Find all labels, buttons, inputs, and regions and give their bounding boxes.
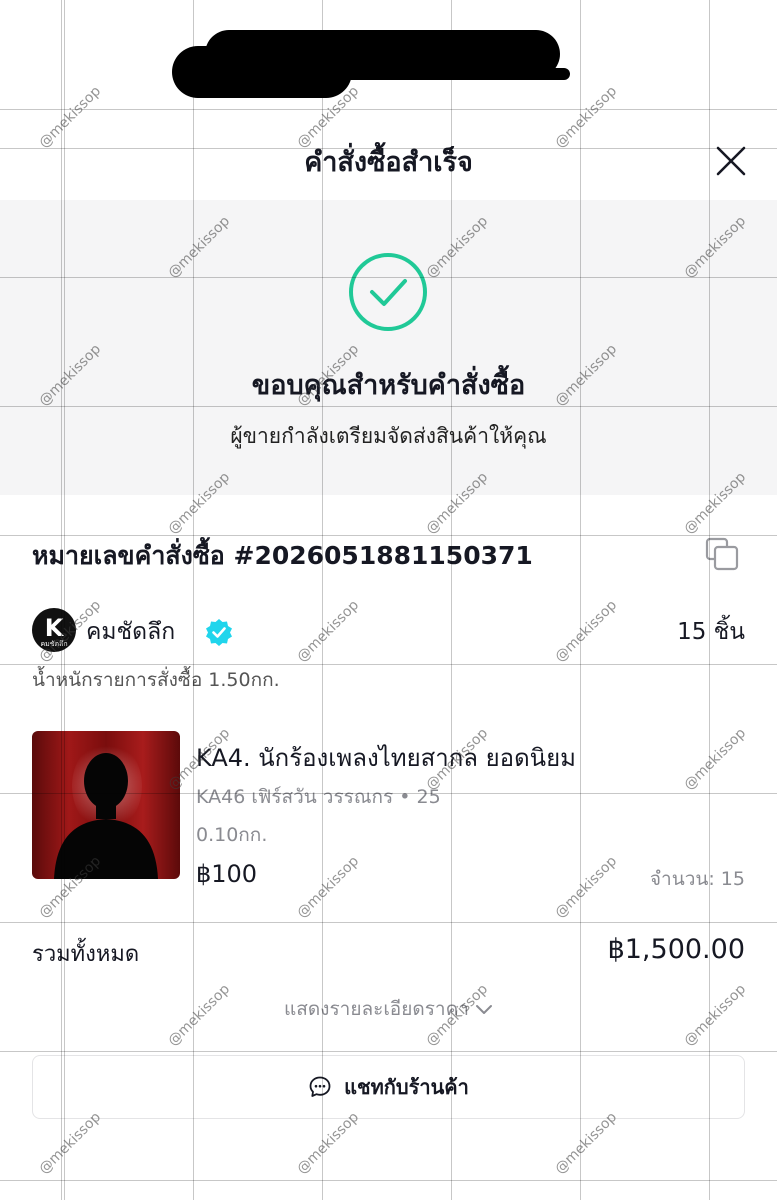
product-image[interactable]: [32, 731, 180, 879]
product-quantity: จำนวน: 15: [649, 868, 745, 890]
shop-name[interactable]: คมชัดลึก: [86, 614, 175, 650]
price-details-label[interactable]: แสดงรายละเอียดราคา: [284, 998, 469, 1020]
page-title: คำสั่งซื้อสำเร็จ: [304, 147, 473, 178]
price-details-link[interactable]: แสดงรายละเอียดราคา: [0, 994, 777, 1024]
person-silhouette-icon: [54, 753, 158, 879]
copy-icon[interactable]: [704, 536, 740, 572]
chevron-down-icon[interactable]: [475, 1004, 493, 1016]
close-icon[interactable]: [714, 144, 748, 178]
watermark: @mekissop: [294, 1109, 363, 1178]
shop-logo-letter: K: [44, 614, 64, 642]
product-title[interactable]: KA4. นักร้องเพลงไทยสากล ยอดนิยม: [196, 738, 576, 777]
shop-logo-caption: คมชัดลึก: [40, 640, 68, 648]
chat-with-shop-button[interactable]: แชทกับร้านค้า: [32, 1055, 745, 1119]
redacted-region: [172, 46, 352, 98]
order-number: หมายเลขคำสั่งซื้อ #2026051881150371: [32, 541, 533, 570]
thank-you-subtitle: ผู้ขายกำลังเตรียมจัดส่งสินค้าให้คุณ: [230, 424, 547, 448]
watermark: @mekissop: [681, 725, 750, 794]
success-panel: ขอบคุณสำหรับคำสั่งซื้อ ผู้ขายกำลังเตรียม…: [0, 200, 777, 495]
copy-button[interactable]: [704, 536, 740, 572]
verified-badge-icon: [206, 619, 232, 646]
check-circle-icon: [349, 253, 427, 331]
chat-button-label[interactable]: แชทกับร้านค้า: [344, 1071, 469, 1103]
watermark: @mekissop: [552, 853, 621, 922]
total-value: ฿1,500.00: [607, 934, 745, 965]
close-button[interactable]: [714, 144, 748, 178]
shop-row[interactable]: K คมชัดลึก คมชัดลึก 15 ชิ้น: [32, 606, 745, 656]
watermark: @mekissop: [36, 1109, 105, 1178]
watermark: @mekissop: [552, 1109, 621, 1178]
order-weight: น้ำหนักรายการสั่งซื้อ 1.50กก.: [32, 669, 280, 691]
thank-you-title: ขอบคุณสำหรับคำสั่งซื้อ: [251, 370, 526, 401]
product-price: ฿100: [196, 860, 258, 888]
product-variant: KA46 เฟิร์สวัน วรรณกร • 25: [196, 786, 441, 808]
item-count: 15 ชิ้น: [677, 619, 745, 645]
product-weight: 0.10กก.: [196, 824, 268, 846]
chat-bubble-icon: [309, 1076, 331, 1097]
watermark: @mekissop: [294, 853, 363, 922]
shop-logo: K คมชัดลึก: [32, 608, 76, 652]
total-label: รวมทั้งหมด: [32, 942, 140, 967]
redacted-region: [345, 68, 570, 80]
